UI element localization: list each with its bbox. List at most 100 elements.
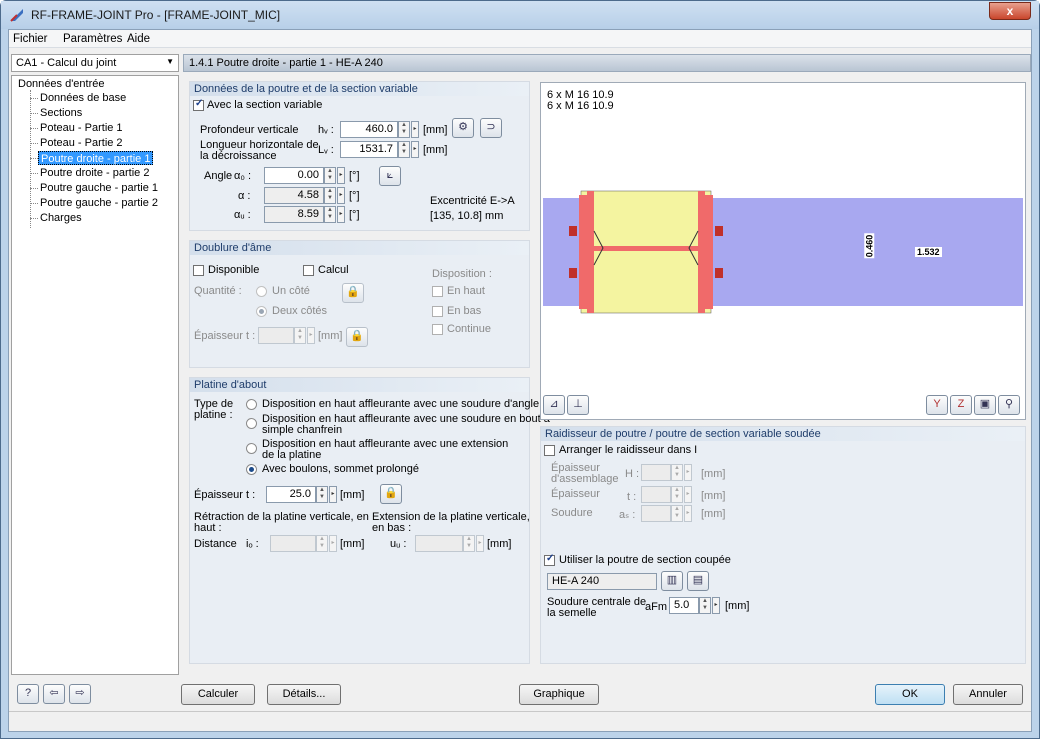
lock-icon[interactable]: 🔒 bbox=[342, 283, 364, 303]
library-icon[interactable]: ▥ bbox=[661, 571, 683, 591]
io-arrow[interactable]: ▸ bbox=[329, 535, 337, 552]
tree-item-poteau-2[interactable]: Poteau - Partie 2 bbox=[38, 136, 125, 150]
hv-arrow[interactable]: ▸ bbox=[411, 121, 419, 138]
section-select-icon[interactable]: ▤ bbox=[687, 571, 709, 591]
reset-icon[interactable]: ⊃ bbox=[480, 118, 502, 138]
uu-input[interactable] bbox=[415, 535, 463, 552]
lv-arrow[interactable]: ▸ bbox=[411, 141, 419, 158]
tree-root[interactable]: Données d'entrée bbox=[16, 77, 107, 91]
retraction-label-2: haut : bbox=[194, 522, 222, 534]
view-3d-icon[interactable]: ▣ bbox=[974, 395, 996, 415]
arrange-checkbox[interactable] bbox=[544, 445, 555, 456]
epaisseur-arrow[interactable]: ▸ bbox=[307, 327, 315, 344]
as-arrow[interactable]: ▸ bbox=[684, 505, 692, 522]
tree-item-poutre-gauche-2[interactable]: Poutre gauche - partie 2 bbox=[38, 196, 160, 210]
case-select[interactable]: CA1 - Calcul du joint ▼ bbox=[11, 54, 179, 72]
t-arrow[interactable]: ▸ bbox=[684, 486, 692, 503]
tree-item-donnees-de-base[interactable]: Données de base bbox=[38, 91, 128, 105]
angle-tool-icon[interactable]: ⟀ bbox=[379, 166, 401, 186]
calcul-checkbox[interactable] bbox=[303, 265, 314, 276]
axis-z-icon[interactable]: Z bbox=[950, 395, 972, 415]
thickness-input[interactable]: 25.0 bbox=[266, 486, 316, 503]
lv-input[interactable]: 1531.7 bbox=[340, 141, 398, 158]
calculate-button[interactable]: Calculer bbox=[181, 684, 255, 705]
export-icon[interactable]: ⇨ bbox=[69, 684, 91, 704]
tree-item-poteau-1[interactable]: Poteau - Partie 1 bbox=[38, 121, 125, 135]
t-input[interactable] bbox=[641, 486, 671, 503]
tree-branch bbox=[30, 128, 38, 129]
tree-item-charges[interactable]: Charges bbox=[38, 211, 84, 225]
type-radio-3[interactable] bbox=[246, 443, 257, 454]
tree-item-sections[interactable]: Sections bbox=[38, 106, 84, 120]
ok-button[interactable]: OK bbox=[875, 684, 945, 705]
aFm-input[interactable]: 5.0 bbox=[669, 597, 699, 614]
zoom-icon[interactable]: ⚲ bbox=[998, 395, 1020, 415]
type-radio-1[interactable] bbox=[246, 399, 257, 410]
extension-label-2: en bas : bbox=[372, 522, 412, 534]
io-input[interactable] bbox=[270, 535, 316, 552]
a0-arrow[interactable]: ▸ bbox=[337, 167, 345, 184]
import-icon[interactable]: ⇦ bbox=[43, 684, 65, 704]
uu-spinner[interactable]: ▲ ▼ bbox=[463, 535, 475, 552]
a0-input[interactable]: 0.00 bbox=[264, 167, 324, 184]
thickness-arrow[interactable]: ▸ bbox=[329, 486, 337, 503]
longueur-label-2: la décroissance bbox=[200, 150, 277, 162]
filter-icon[interactable]: Y bbox=[926, 395, 948, 415]
epaisseur-plate-label: Épaisseur bbox=[194, 489, 243, 501]
tree-item-poutre-droite-2[interactable]: Poutre droite - partie 2 bbox=[38, 166, 151, 180]
a0-spinner[interactable]: ▲ ▼ bbox=[324, 167, 336, 184]
calculator-icon[interactable]: ⚙ bbox=[452, 118, 474, 138]
type-radio-4[interactable] bbox=[246, 464, 257, 475]
variable-section-checkbox[interactable] bbox=[193, 98, 204, 111]
as-spinner[interactable]: ▲ ▼ bbox=[671, 505, 683, 522]
graphic-button[interactable]: Graphique bbox=[519, 684, 599, 705]
io-spinner[interactable]: ▲ ▼ bbox=[316, 535, 328, 552]
as-input[interactable] bbox=[641, 505, 671, 522]
close-button[interactable]: x bbox=[989, 2, 1031, 20]
thickness-spinner[interactable]: ▲ ▼ bbox=[316, 486, 328, 503]
lock-icon[interactable]: 🔒 bbox=[346, 327, 368, 347]
profondeur-label: Profondeur verticale bbox=[200, 124, 299, 136]
cancel-button[interactable]: Annuler bbox=[953, 684, 1023, 705]
details-button[interactable]: Détails... bbox=[267, 684, 341, 705]
epaisseur-input[interactable] bbox=[258, 327, 294, 344]
a-unit: [°] bbox=[349, 190, 360, 202]
status-bar bbox=[9, 711, 1031, 731]
H-input[interactable] bbox=[641, 464, 671, 481]
continue-checkbox[interactable] bbox=[432, 324, 443, 335]
H-arrow[interactable]: ▸ bbox=[684, 464, 692, 481]
menu-fichier[interactable]: Fichier bbox=[13, 33, 48, 45]
en-bas-checkbox[interactable] bbox=[432, 306, 443, 317]
weld-label: Soudure bbox=[551, 507, 593, 519]
view-side-icon[interactable]: ⊥ bbox=[567, 395, 589, 415]
un-cote-radio[interactable] bbox=[256, 286, 267, 297]
aFm-arrow[interactable]: ▸ bbox=[712, 597, 720, 614]
H-spinner[interactable]: ▲ ▼ bbox=[671, 464, 683, 481]
hv-spinner[interactable]: ▲ ▼ bbox=[398, 121, 410, 138]
lv-spinner[interactable]: ▲ ▼ bbox=[398, 141, 410, 158]
uu-arrow[interactable]: ▸ bbox=[476, 535, 484, 552]
lock-icon[interactable]: 🔒 bbox=[380, 484, 402, 504]
tree-item-poutre-droite-1[interactable]: Poutre droite - partie 1 bbox=[38, 151, 154, 165]
bolt-right-bottom bbox=[715, 268, 723, 278]
hv-input[interactable]: 460.0 bbox=[340, 121, 398, 138]
type-radio-2[interactable] bbox=[246, 418, 257, 429]
disponible-checkbox[interactable] bbox=[193, 265, 204, 276]
epaisseur-spinner[interactable]: ▲ ▼ bbox=[294, 327, 306, 344]
t-spinner[interactable]: ▲ ▼ bbox=[671, 486, 683, 503]
en-haut-checkbox[interactable] bbox=[432, 286, 443, 297]
angle-label: Angle bbox=[204, 170, 233, 182]
section-field: HE-A 240 bbox=[547, 573, 657, 590]
help-icon[interactable]: ? bbox=[17, 684, 39, 704]
menu-aide[interactable]: Aide bbox=[127, 33, 150, 45]
use-cut-checkbox[interactable] bbox=[544, 553, 555, 566]
app-icon bbox=[10, 9, 23, 22]
aFm-spinner[interactable]: ▲ ▼ bbox=[699, 597, 711, 614]
au-unit: [°] bbox=[349, 209, 360, 221]
menu-parametres[interactable]: Paramètres bbox=[63, 33, 122, 45]
deux-cotes-radio[interactable] bbox=[256, 306, 267, 317]
tree-item-poutre-gauche-1[interactable]: Poutre gauche - partie 1 bbox=[38, 181, 160, 195]
tree-branch bbox=[30, 218, 38, 219]
view-front-icon[interactable]: ⊿ bbox=[543, 395, 565, 415]
variable-section-label: Avec la section variable bbox=[207, 99, 323, 111]
